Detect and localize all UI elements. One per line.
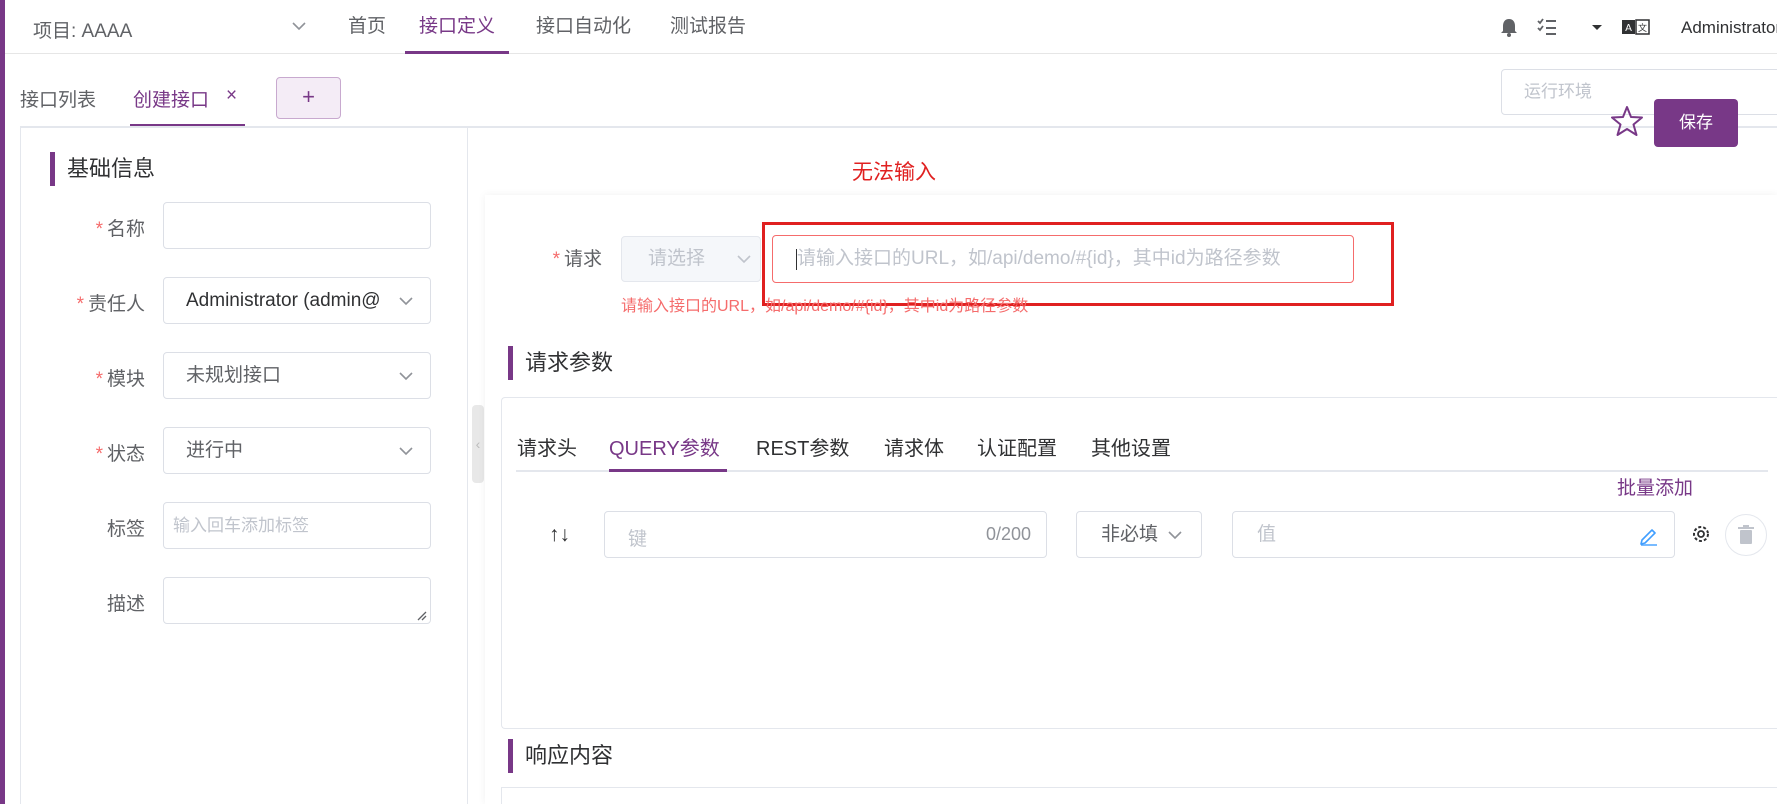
resize-handle-icon[interactable] (415, 609, 427, 621)
tab-auth-config[interactable]: 认证配置 (977, 432, 1057, 461)
tab-query-params[interactable]: QUERY参数 (609, 432, 720, 461)
tab-request-body[interactable]: 请求体 (884, 432, 944, 461)
tab-other-settings[interactable]: 其他设置 (1091, 432, 1171, 461)
panel-collapse-handle[interactable]: ‹ (472, 405, 484, 483)
project-selector[interactable]: 项目: AAAA (33, 16, 132, 43)
caret-down-icon[interactable] (1586, 16, 1608, 38)
url-error-message: 请输入接口的URL，如/api/demo/#{id}，其中id为路径参数 (621, 298, 1029, 315)
basic-info-title: 基础信息 (50, 152, 155, 186)
required-mark: * (95, 219, 103, 240)
svg-text:文: 文 (1638, 22, 1647, 34)
param-value-input[interactable]: 值 (1232, 511, 1675, 558)
status-label: * 状态 (45, 439, 145, 466)
tab-api-list[interactable]: 接口列表 (20, 85, 96, 112)
owner-label: * 责任人 (45, 289, 145, 316)
language-icon[interactable]: A文 (1621, 16, 1651, 38)
left-accent-strip (0, 0, 5, 804)
response-panel (501, 787, 1777, 804)
task-list-icon[interactable] (1536, 16, 1558, 38)
add-tab-button[interactable]: + (276, 77, 341, 119)
owner-select[interactable]: Administrator (admin@ (163, 277, 431, 324)
param-key-char-count: 0/200 (986, 524, 1032, 544)
module-label-text: 模块 (106, 369, 145, 390)
chevron-down-icon (1168, 531, 1182, 540)
param-key-input[interactable] (604, 511, 1047, 558)
description-textarea[interactable] (163, 577, 431, 624)
owner-label-text: 责任人 (87, 294, 145, 315)
tab-rest-params[interactable]: REST参数 (756, 432, 849, 461)
nav-api-automation[interactable]: 接口自动化 (536, 0, 631, 54)
gear-icon[interactable] (1689, 522, 1713, 546)
svg-text:A: A (1625, 23, 1632, 34)
required-mark: * (76, 294, 84, 315)
chevron-down-icon (399, 447, 413, 456)
chevron-down-icon (399, 297, 413, 306)
nav-test-report[interactable]: 测试报告 (670, 0, 746, 54)
bell-icon[interactable] (1498, 16, 1520, 38)
chevron-down-icon (737, 255, 751, 264)
chevron-down-icon (399, 372, 413, 381)
status-select[interactable]: 进行中 (163, 427, 431, 474)
required-mark: * (95, 444, 103, 465)
nav-home[interactable]: 首页 (348, 0, 386, 54)
edit-icon[interactable] (1638, 524, 1660, 546)
required-mark: * (95, 369, 103, 390)
nav-api-definition[interactable]: 接口定义 (405, 0, 510, 54)
active-params-tab-indicator (609, 469, 727, 472)
module-label: * 模块 (45, 364, 145, 391)
tab-create-api[interactable]: 创建接口 (133, 85, 209, 112)
close-icon[interactable]: × (226, 85, 237, 107)
module-select[interactable]: 未规划接口 (163, 352, 431, 399)
request-label: * 请求 (502, 244, 602, 271)
description-label: 描述 (106, 594, 145, 615)
tab-headers[interactable]: 请求头 (517, 432, 577, 461)
status-label-text: 状态 (106, 444, 145, 465)
param-key-placeholder: 键 (628, 529, 648, 550)
save-button[interactable]: 保存 (1654, 99, 1738, 147)
request-label-text: 请求 (563, 249, 602, 270)
tags-input[interactable]: 输入回车添加标签 (163, 502, 431, 549)
top-navigation-bar: 项目: AAAA 首页 接口定义 接口自动化 测试报告 A文 Administr… (5, 0, 1777, 54)
response-content-title: 响应内容 (508, 739, 613, 773)
annotation-text: 无法输入 (852, 161, 936, 184)
sort-arrows-icon[interactable]: ↑↓ (549, 523, 570, 547)
required-mark: * (552, 249, 560, 270)
param-required-select[interactable]: 非必填 (1076, 511, 1202, 558)
user-menu[interactable]: Administrator (1681, 18, 1777, 38)
star-icon[interactable] (1610, 104, 1644, 138)
name-label-text: 名称 (106, 219, 145, 240)
name-label: * 名称 (45, 214, 145, 241)
trash-icon (1738, 525, 1754, 544)
request-params-title: 请求参数 (508, 346, 613, 380)
tags-label: 标签 (106, 519, 145, 540)
batch-add-link[interactable]: 批量添加 (1617, 473, 1693, 500)
name-input[interactable] (163, 202, 431, 249)
chevron-down-icon[interactable] (291, 18, 307, 34)
